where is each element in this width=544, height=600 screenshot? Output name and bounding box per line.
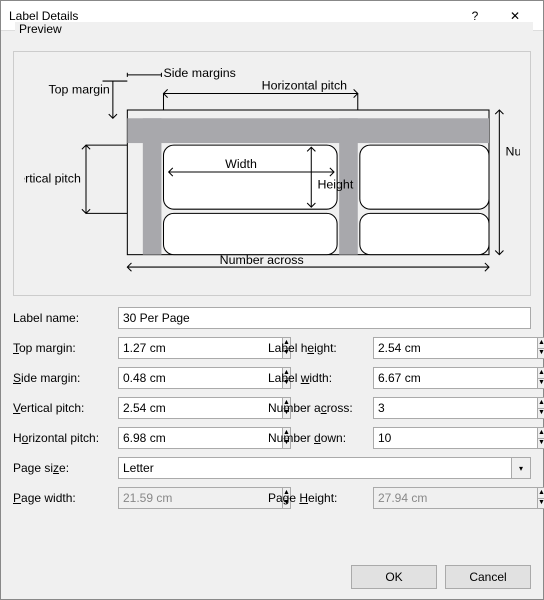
side-margin-input[interactable]: [118, 367, 282, 389]
fields-area: Label name: Top margin: ▲▼ Label height:…: [13, 306, 531, 516]
number-down-label: Number down:: [268, 431, 373, 445]
number-across-spinner[interactable]: ▲▼: [373, 397, 473, 419]
label-width-spinner[interactable]: ▲▼: [373, 367, 473, 389]
number-down-input[interactable]: [373, 427, 537, 449]
label-name-label: Label name:: [13, 311, 118, 325]
vertical-pitch-input[interactable]: [118, 397, 282, 419]
svg-text:Top margin: Top margin: [48, 82, 109, 96]
page-height-label: Page Height:: [268, 491, 373, 505]
spin-down-icon[interactable]: ▼: [538, 349, 544, 359]
spin-up-icon: ▲: [538, 488, 544, 499]
svg-text:Horizontal pitch: Horizontal pitch: [262, 78, 348, 92]
spin-down-icon[interactable]: ▼: [538, 379, 544, 389]
top-margin-input[interactable]: [118, 337, 282, 359]
page-size-select[interactable]: ▾: [118, 457, 531, 479]
horizontal-pitch-input[interactable]: [118, 427, 282, 449]
help-icon: ?: [472, 9, 479, 23]
svg-text:Number across: Number across: [220, 253, 304, 267]
spin-up-icon[interactable]: ▲: [538, 368, 544, 379]
svg-text:Number down: Number down: [506, 144, 520, 158]
spin-down-icon[interactable]: ▼: [538, 439, 544, 449]
page-width-input: [118, 487, 282, 509]
page-size-value[interactable]: [118, 457, 511, 479]
label-height-spinner[interactable]: ▲▼: [373, 337, 473, 359]
vertical-pitch-label: Vertical pitch:: [13, 401, 118, 415]
page-height-input: [373, 487, 537, 509]
number-across-input[interactable]: [373, 397, 537, 419]
spin-up-icon[interactable]: ▲: [538, 428, 544, 439]
horizontal-pitch-label: Horizontal pitch:: [13, 431, 118, 445]
number-down-spinner[interactable]: ▲▼: [373, 427, 473, 449]
label-width-label: Label width:: [268, 371, 373, 385]
page-height-spinner: ▲▼: [373, 487, 473, 509]
spin-up-icon[interactable]: ▲: [538, 398, 544, 409]
preview-group: Top margin Side margins Horizontal pitch…: [13, 51, 531, 296]
window-title: Label Details: [9, 9, 455, 23]
svg-text:Width: Width: [225, 157, 257, 171]
page-size-label: Page size:: [13, 461, 118, 475]
dialog-buttons: OK Cancel: [1, 555, 543, 599]
label-name-input[interactable]: [118, 307, 531, 329]
spin-down-icon: ▼: [538, 499, 544, 509]
label-preview-diagram: Top margin Side margins Horizontal pitch…: [24, 62, 520, 282]
side-margin-label: Side margin:: [13, 371, 118, 385]
svg-text:Height: Height: [317, 178, 353, 192]
side-margin-spinner[interactable]: ▲▼: [118, 367, 218, 389]
label-height-input[interactable]: [373, 337, 537, 359]
dialog-content: Preview Top margin Side margins: [1, 31, 543, 555]
horizontal-pitch-spinner[interactable]: ▲▼: [118, 427, 218, 449]
spin-up-icon[interactable]: ▲: [538, 338, 544, 349]
svg-text:Side margins: Side margins: [164, 66, 236, 80]
cancel-button[interactable]: Cancel: [445, 565, 531, 589]
label-height-label: Label height:: [268, 341, 373, 355]
preview-group-label: Preview: [15, 22, 533, 36]
number-across-label: Number across:: [268, 401, 373, 415]
chevron-down-icon[interactable]: ▾: [511, 457, 531, 479]
spin-down-icon[interactable]: ▼: [538, 409, 544, 419]
label-width-input[interactable]: [373, 367, 537, 389]
vertical-pitch-spinner[interactable]: ▲▼: [118, 397, 218, 419]
ok-button[interactable]: OK: [351, 565, 437, 589]
page-width-label: Page width:: [13, 491, 118, 505]
close-icon: ✕: [510, 9, 520, 23]
top-margin-label: Top margin:: [13, 341, 118, 355]
top-margin-spinner[interactable]: ▲▼: [118, 337, 218, 359]
svg-text:Vertical pitch: Vertical pitch: [24, 171, 81, 185]
page-width-spinner: ▲▼: [118, 487, 218, 509]
